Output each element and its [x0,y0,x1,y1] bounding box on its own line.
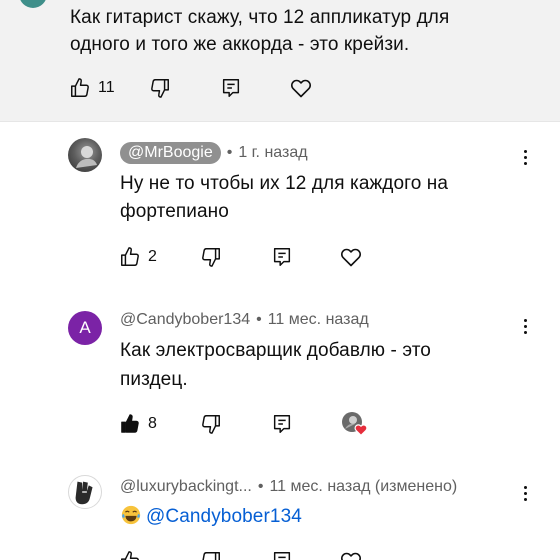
thumbs-up-icon [121,247,139,266]
heart-button[interactable] [339,245,363,269]
thumbs-down-icon [202,552,220,560]
avatar-photo-icon [76,146,97,168]
like-count: 11 [98,79,115,96]
thumbs-up-filled-icon [121,414,139,433]
reply-button[interactable] [271,246,293,268]
mention-link[interactable]: @Candybober134 [146,506,302,527]
heart-button[interactable] [289,76,313,100]
top-comment-text-line1: Как гитарист скажу, что 12 аппликатур дл… [70,7,450,28]
dislike-button[interactable] [149,77,171,99]
timestamp[interactable]: 1 г. назад [238,144,307,162]
heart-icon [341,248,361,267]
timestamp[interactable]: 11 мес. назад (изменено) [269,478,457,496]
author-name-highlighted[interactable]: @MrBoogie [120,142,221,164]
reply-icon [273,248,291,266]
thumbs-up-icon [71,78,89,97]
creator-heart-badge[interactable] [340,410,368,438]
reply-icon [222,79,240,97]
divider [0,121,560,122]
avatar-letter: A [79,318,91,337]
dislike-button[interactable] [200,413,222,435]
reply-button[interactable] [220,77,242,99]
thumbs-up-icon [121,551,139,560]
reply-text-line1: Ну не то чтобы их 12 для каждого на [120,173,449,194]
avatar[interactable] [68,475,102,509]
thumbs-down-icon [202,248,220,267]
reply-text: @Candybober134 [120,503,302,530]
laughing-tears-emoji-icon [121,505,141,525]
reply-text-line1: Как электросварщик добавлю - это [120,340,431,361]
reply-button[interactable] [271,550,293,560]
separator-dot: • [256,311,262,328]
reply-icon [273,415,291,433]
timestamp[interactable]: 11 мес. назад [268,311,369,329]
top-comment-text-line2: одного и того же аккорда - это крейзи. [70,34,410,55]
dislike-button[interactable] [200,550,222,560]
author-name[interactable]: @Candybober134 [120,311,250,329]
comment-header: @MrBoogie • 1 г. назад [120,142,308,164]
like-button-active[interactable]: 8 [119,413,157,435]
separator-dot: • [257,478,264,495]
heart-button[interactable] [339,549,363,560]
more-options-button[interactable] [515,481,535,505]
comment-header: @Candybober134 • 11 мес. назад [120,311,369,329]
rock-hand-icon [75,481,93,505]
separator-dot: • [226,144,233,161]
reply-text-line2: фортепиано [120,201,229,222]
reply-button[interactable] [271,413,293,435]
avatar[interactable] [68,138,102,172]
avatar[interactable]: A [68,311,102,345]
heart-icon [291,79,311,98]
like-count: 8 [148,415,157,432]
more-options-button[interactable] [515,314,535,338]
reply-text-line2: пиздец. [120,369,188,390]
dislike-button[interactable] [200,246,222,268]
heart-filled-icon [354,424,368,436]
like-button[interactable]: 11 [69,77,115,99]
like-button[interactable]: 2 [119,246,157,268]
like-button[interactable] [119,550,141,560]
comment-header: @luxurybackingt... • 11 мес. назад (изме… [120,478,457,496]
thumbs-down-icon [151,79,169,98]
author-name[interactable]: @luxurybackingt... [120,478,252,496]
like-count: 2 [148,248,157,265]
heart-icon [341,552,361,560]
more-options-button[interactable] [515,145,535,169]
thumbs-down-icon [202,415,220,434]
reply-icon [273,552,291,560]
